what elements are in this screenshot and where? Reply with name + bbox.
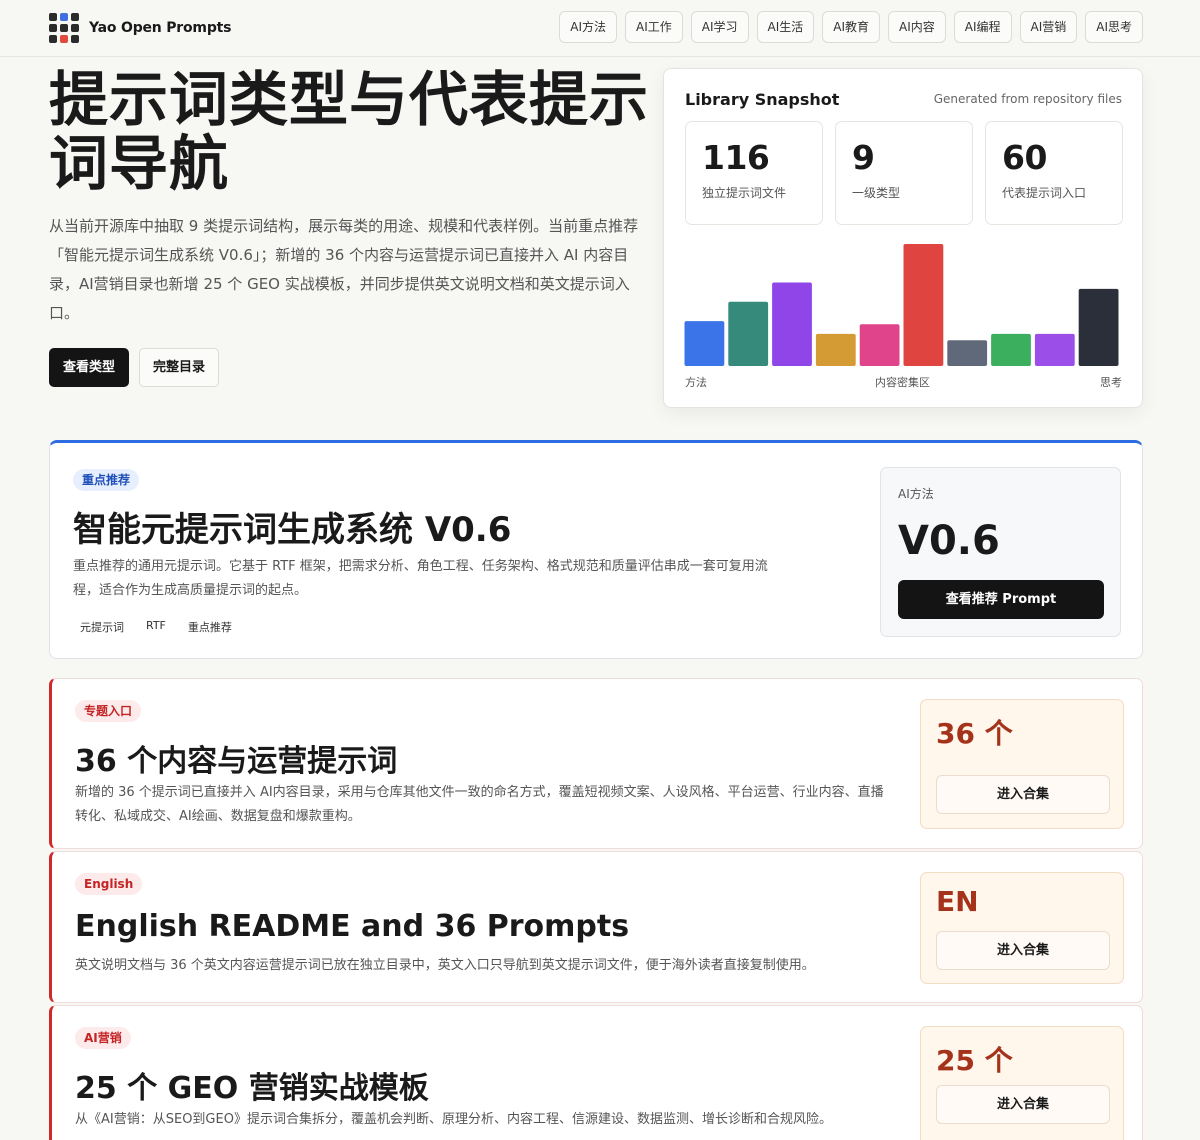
chart-bar-6 <box>947 340 988 366</box>
chart-bar-9 <box>1078 288 1119 366</box>
nav-item-3[interactable]: AI生活 <box>756 11 815 43</box>
snapshot-subtitle: Generated from repository files <box>933 92 1122 106</box>
snapshot-title: Library Snapshot <box>685 90 840 109</box>
logo-square <box>71 13 79 21</box>
logo-square <box>49 13 57 21</box>
hero-description: 从当前开源库中抽取 9 类提示词结构，展示每类的用途、规模和代表样例。当前重点推… <box>49 217 639 322</box>
featured-description: 重点推荐的通用元提示词。它基于 RTF 框架，把需求分析、角色工程、任务架构、格… <box>73 559 768 598</box>
chip: RTF <box>146 619 166 632</box>
topic-description: 从《AI营销：从SEO到GEO》提示词合集拆分，覆盖机会判断、原理分析、内容工程… <box>75 1112 832 1127</box>
grid-logo-icon <box>49 13 79 43</box>
topic-card-geo: AI营销 25 个 GEO 营销实战模板 从《AI营销：从SEO到GEO》提示词… <box>49 1005 1143 1140</box>
logo-square <box>60 24 68 32</box>
nav-bar: AI方法 AI工作 AI学习 AI生活 AI教育 AI内容 AI编程 AI营销 AI思考 <box>559 11 1143 43</box>
stat-value: 116 <box>702 138 770 177</box>
topic-title: 36 个内容与运营提示词 <box>75 744 398 779</box>
topic-count: 36 个 <box>936 717 1013 750</box>
stat-value: 9 <box>852 138 875 177</box>
logo-square <box>49 24 57 32</box>
stat-label: 独立提示词文件 <box>702 186 787 200</box>
chart-bar-1 <box>728 301 769 366</box>
library-snapshot-card: Library Snapshot Generated from reposito… <box>663 68 1143 408</box>
topic-count: EN <box>936 885 979 918</box>
stat-card-types: 9 一级类型 <box>835 121 973 225</box>
nav-item-4[interactable]: AI教育 <box>822 11 880 43</box>
topic-description: 英文说明文档与 36 个英文内容运营提示词已放在独立目录中，英文入口只导航到英文… <box>75 958 815 973</box>
topic-card-english: English English README and 36 Prompts 英文… <box>49 851 1143 1003</box>
hero-actions: 查看类型 完整目录 <box>49 348 220 387</box>
chart-bar-4 <box>859 324 900 366</box>
chip: 元提示词 <box>80 621 124 634</box>
nav-item-7[interactable]: AI营销 <box>1019 11 1078 43</box>
chart-bar-3 <box>815 333 856 366</box>
view-recommended-prompt-button[interactable]: 查看推荐 Prompt <box>898 580 1104 619</box>
logo-square <box>71 24 79 32</box>
stat-label: 一级类型 <box>852 186 901 200</box>
category-bar-chart <box>684 244 1119 366</box>
featured-category: AI方法 <box>898 487 934 501</box>
featured-card: 重点推荐 智能元提示词生成系统 V0.6 重点推荐的通用元提示词。它基于 RTF… <box>49 440 1143 659</box>
chart-label-left: 方法 <box>685 376 707 389</box>
chart-bar-2 <box>772 282 812 366</box>
page-title: 提示词类型与代表提示词导航 <box>49 65 650 198</box>
view-types-button[interactable]: 查看类型 <box>49 348 130 387</box>
topic-title: 25 个 GEO 营销实战模板 <box>75 1071 429 1106</box>
chart-bar-5 <box>903 244 944 366</box>
nav-item-5[interactable]: AI内容 <box>888 11 946 43</box>
topic-side-panel: 36 个 进入合集 <box>920 699 1124 829</box>
top-bar: Yao Open Prompts AI方法 AI工作 AI学习 AI生活 AI教育 AI内… <box>0 0 1200 57</box>
stat-card-entries: 60 代表提示词入口 <box>985 121 1123 225</box>
chart-bar-0 <box>684 321 725 366</box>
logo-square <box>60 35 68 43</box>
nav-item-6[interactable]: AI编程 <box>953 11 1012 43</box>
brand-name: Yao Open Prompts <box>89 20 232 36</box>
enter-collection-button[interactable]: 进入合集 <box>936 1085 1110 1124</box>
enter-collection-button[interactable]: 进入合集 <box>936 775 1110 814</box>
topic-tag: AI营销 <box>75 1027 131 1049</box>
topic-title: English README and 36 Prompts <box>75 909 630 944</box>
featured-side-panel: AI方法 V0.6 查看推荐 Prompt <box>880 467 1121 637</box>
nav-item-8[interactable]: AI思考 <box>1085 11 1143 43</box>
featured-tag: 重点推荐 <box>73 469 140 491</box>
chart-bar-7 <box>991 333 1031 366</box>
chart-label-middle: 内容密集区 <box>875 376 930 389</box>
chart-label-right: 思考 <box>1100 376 1122 389</box>
enter-collection-button[interactable]: 进入合集 <box>936 931 1110 970</box>
topic-side-panel: EN 进入合集 <box>920 872 1124 984</box>
logo-square <box>49 35 57 43</box>
chart-bar-8 <box>1034 333 1075 366</box>
topic-tag: 专题入口 <box>75 700 142 722</box>
stat-label: 代表提示词入口 <box>1002 186 1087 200</box>
topic-tag: English <box>75 873 143 895</box>
featured-title: 智能元提示词生成系统 V0.6 <box>73 510 512 550</box>
featured-chips: 元提示词 RTF 重点推荐 <box>73 617 239 637</box>
topic-count: 25 个 <box>936 1044 1013 1077</box>
nav-item-2[interactable]: AI学习 <box>690 11 749 43</box>
topic-description: 新增的 36 个提示词已直接并入 AI内容目录，采用与仓库其他文件一致的命名方式… <box>75 785 884 824</box>
logo-square <box>71 35 79 43</box>
nav-item-0[interactable]: AI方法 <box>559 11 617 43</box>
full-catalog-button[interactable]: 完整目录 <box>139 348 220 387</box>
logo-square <box>60 13 68 21</box>
stat-card-files: 116 独立提示词文件 <box>685 121 823 225</box>
topic-card-content: 专题入口 36 个内容与运营提示词 新增的 36 个提示词已直接并入 AI内容目… <box>49 678 1143 849</box>
stat-value: 60 <box>1002 138 1047 177</box>
nav-item-1[interactable]: AI工作 <box>625 11 683 43</box>
chip: 重点推荐 <box>187 621 232 634</box>
topic-side-panel: 25 个 进入合集 <box>920 1026 1124 1140</box>
brand[interactable]: Yao Open Prompts <box>49 13 231 43</box>
featured-version: V0.6 <box>898 518 1000 564</box>
